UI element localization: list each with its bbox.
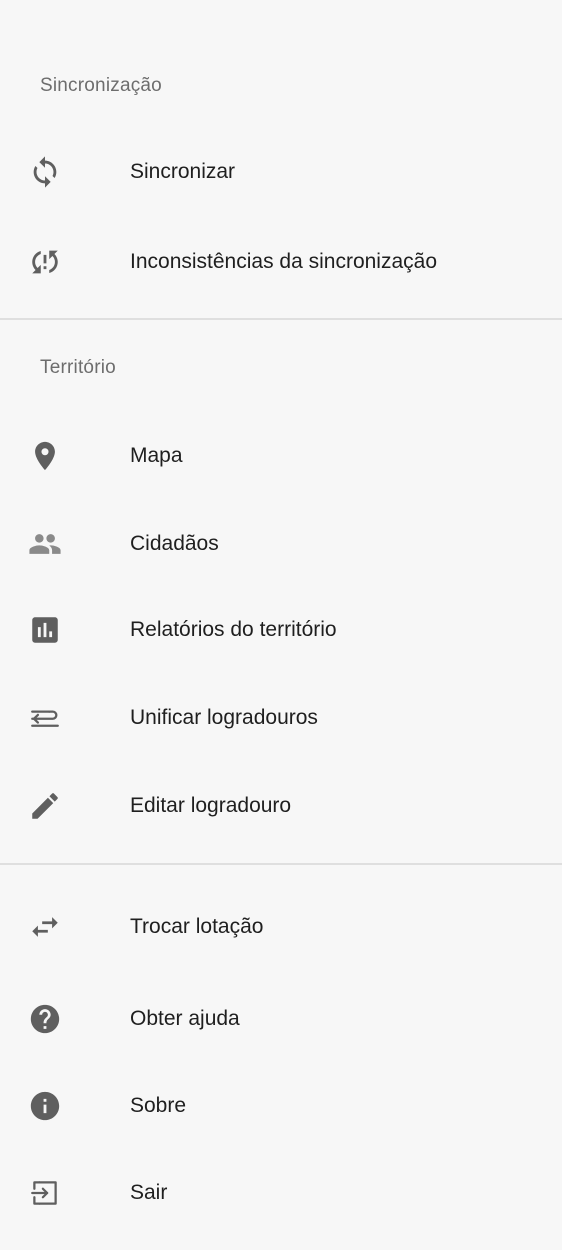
menu-item-label: Unificar logradouros [130, 706, 318, 729]
merge-lines-icon [28, 701, 62, 735]
menu-item-mapa[interactable]: Mapa [0, 413, 562, 499]
section-header-sync: Sincronização [40, 75, 162, 96]
menu-item-label: Sair [130, 1181, 168, 1204]
menu-item-sincronizar[interactable]: Sincronizar [0, 129, 562, 215]
menu-item-label: Inconsistências da sincronização [130, 250, 438, 273]
help-icon [28, 1002, 62, 1036]
menu-item-trocar-lotacao[interactable]: Trocar lotação [0, 884, 562, 970]
menu-item-label: Trocar lotação [130, 915, 264, 938]
exit-icon [28, 1176, 62, 1210]
menu-item-label: Sobre [130, 1094, 187, 1117]
pencil-icon [28, 789, 62, 823]
menu-item-sair[interactable]: Sair [0, 1150, 562, 1236]
info-icon [28, 1089, 62, 1123]
menu-item-editar-logradouro[interactable]: Editar logradouro [0, 763, 562, 849]
sync-problem-icon [28, 245, 62, 279]
menu-item-label: Sincronizar [130, 160, 236, 183]
navigation-drawer: Sincronização Sincronizar Inconsistência… [0, 0, 562, 1250]
section-header-territory: Território [40, 357, 116, 378]
menu-item-sobre[interactable]: Sobre [0, 1063, 562, 1149]
bar-chart-icon [28, 613, 62, 647]
map-pin-icon [28, 439, 62, 473]
sync-icon [28, 155, 62, 189]
divider [0, 318, 562, 320]
swap-arrows-icon [28, 910, 62, 944]
menu-item-label: Obter ajuda [130, 1007, 240, 1030]
people-icon [28, 527, 62, 561]
menu-item-cidadaos[interactable]: Cidadãos [0, 501, 562, 587]
divider [0, 863, 562, 865]
menu-item-obter-ajuda[interactable]: Obter ajuda [0, 976, 562, 1062]
menu-item-label: Relatórios do território [130, 618, 337, 641]
menu-item-label: Editar logradouro [130, 794, 292, 817]
menu-item-label: Cidadãos [130, 532, 219, 555]
menu-item-unificar-logradouros[interactable]: Unificar logradouros [0, 675, 562, 761]
menu-item-relatorios[interactable]: Relatórios do território [0, 587, 562, 673]
menu-item-inconsistencias[interactable]: Inconsistências da sincronização [0, 219, 562, 305]
menu-item-label: Mapa [130, 444, 183, 467]
